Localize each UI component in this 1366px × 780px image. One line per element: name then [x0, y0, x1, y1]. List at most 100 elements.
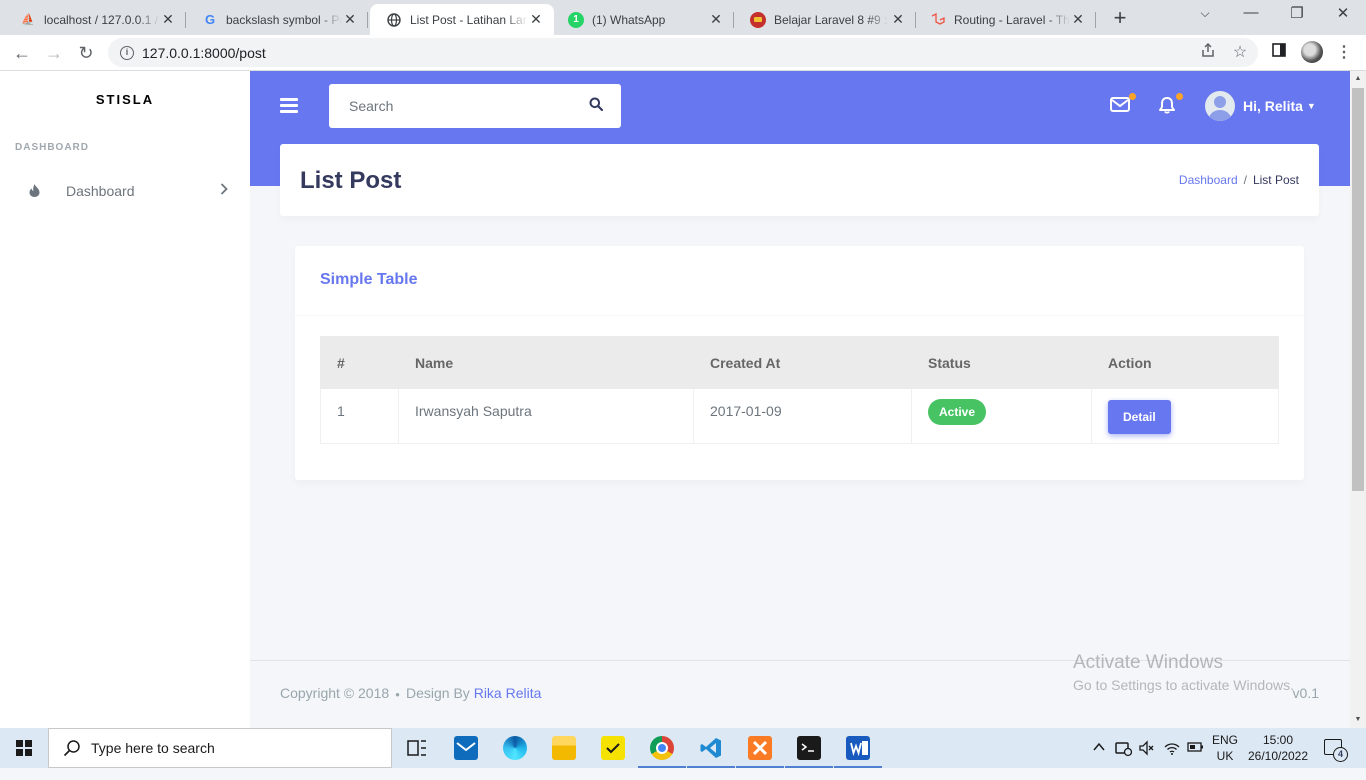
footer: Copyright © 2018 ● Design By Rika Relita v… — [250, 660, 1350, 728]
close-window-button[interactable]: ✕ — [1328, 4, 1358, 22]
column-header: Status — [911, 336, 1092, 389]
sidebar-item-dashboard[interactable]: Dashboard — [0, 174, 250, 208]
tab-search-icon[interactable]: ⌵ — [1190, 6, 1220, 21]
restore-button[interactable]: ❐ — [1282, 4, 1312, 22]
avatar — [1205, 91, 1235, 121]
tab-title: backslash symbol - Pe — [226, 12, 342, 27]
reload-button[interactable]: ↻ — [74, 41, 98, 65]
sidebar-brand[interactable]: STISLA — [0, 92, 250, 107]
tab-title: Routing - Laravel - The — [954, 12, 1070, 27]
globe-icon — [386, 12, 402, 28]
bookmark-star-icon[interactable]: ☆ — [1229, 42, 1251, 64]
section-header: List Post Dashboard / List Post — [280, 144, 1319, 216]
browser-tab-laravel[interactable]: Routing - Laravel - The ✕ — [914, 4, 1096, 35]
sticky-notes-icon[interactable] — [601, 736, 625, 760]
word-icon[interactable] — [834, 736, 882, 768]
clock-time: 15:00 — [1262, 733, 1294, 747]
address-bar[interactable]: i 127.0.0.1:8000/post — [108, 38, 1258, 67]
copyright-text: Copyright © 2018 — [280, 685, 390, 701]
table-header-row: # Name Created At Status Action — [320, 336, 1279, 389]
search-icon[interactable] — [589, 97, 607, 115]
new-tab-button[interactable]: + — [1108, 5, 1132, 31]
task-view-icon[interactable] — [405, 736, 429, 760]
user-greeting: Hi, Relita — [1243, 98, 1303, 114]
sidebar: STISLA DASHBOARD Dashboard — [0, 71, 250, 728]
browser-tab-google[interactable]: G backslash symbol - Pe ✕ — [186, 4, 368, 35]
minimize-button[interactable]: — — [1236, 4, 1266, 21]
page-scrollbar[interactable]: ▲ ▼ — [1350, 71, 1366, 728]
taskbar-search-box[interactable]: Type here to search — [48, 728, 392, 768]
notification-indicator — [1176, 93, 1183, 100]
site-info-icon[interactable]: i — [120, 45, 134, 60]
close-tab-icon[interactable]: ✕ — [890, 11, 906, 28]
browser-tab-whatsapp[interactable]: 1 (1) WhatsApp ✕ — [552, 4, 734, 35]
author-link[interactable]: Rika Relita — [474, 685, 542, 701]
more-menu-icon[interactable]: ⋮ — [1333, 42, 1355, 64]
scrollbar-thumb[interactable] — [1352, 88, 1364, 491]
tab-title: localhost / 127.0.0.1 / — [44, 12, 159, 27]
browser-tabstrip: ⛵ localhost / 127.0.0.1 / ✕ G backslash … — [0, 0, 1366, 35]
url-text: 127.0.0.1:8000/post — [142, 44, 266, 61]
fire-icon — [29, 184, 40, 197]
windows-start-icon[interactable] — [16, 740, 32, 756]
battery-icon[interactable] — [1187, 740, 1205, 780]
cell-name: Irwansyah Saputra — [398, 388, 694, 444]
breadcrumb-divider: / — [1243, 173, 1247, 187]
table-row: 1 Irwansyah Saputra 2017-01-09 Active De… — [320, 388, 1279, 444]
column-header: # — [320, 336, 399, 389]
file-explorer-icon[interactable] — [552, 736, 576, 760]
breadcrumb: Dashboard / List Post — [1179, 173, 1299, 187]
search-input[interactable] — [329, 84, 579, 128]
tab-title: (1) WhatsApp — [592, 12, 666, 27]
back-button[interactable]: ← — [10, 41, 34, 65]
google-icon: G — [204, 12, 216, 27]
show-hidden-icons-icon[interactable] — [1092, 740, 1106, 780]
version-text: v0.1 — [1292, 685, 1319, 701]
caret-down-icon: ▼ — [1306, 101, 1316, 111]
page-title: List Post — [300, 167, 402, 194]
scroll-down-arrow[interactable]: ▼ — [1350, 712, 1366, 728]
cell-status: Active — [911, 388, 1092, 444]
envelope-icon[interactable] — [1110, 96, 1132, 118]
wifi-icon[interactable] — [1163, 739, 1181, 779]
xampp-icon[interactable] — [736, 736, 784, 768]
taskbar-clock[interactable]: 15:00 26/10/2022 — [1246, 732, 1310, 764]
chrome-browser-icon[interactable] — [638, 736, 686, 768]
sidebar-toggle-icon[interactable] — [280, 98, 298, 114]
close-tab-icon[interactable]: ✕ — [342, 11, 358, 28]
region-code: UK — [1216, 749, 1234, 763]
column-header: Action — [1091, 336, 1279, 389]
breadcrumb-current: List Post — [1252, 173, 1299, 187]
close-tab-icon[interactable]: ✕ — [708, 11, 724, 28]
laravel-icon — [930, 12, 946, 28]
mail-app-icon[interactable] — [454, 736, 478, 760]
browser-tab-youtube[interactable]: Belajar Laravel 8 #9 : C ✕ — [734, 4, 916, 35]
forward-button[interactable]: → — [42, 41, 66, 65]
bullet-separator: ● — [395, 689, 400, 699]
share-icon[interactable] — [1197, 42, 1219, 64]
close-tab-icon[interactable]: ✕ — [528, 11, 544, 28]
breadcrumb-dashboard-link[interactable]: Dashboard — [1179, 173, 1238, 187]
profile-avatar[interactable] — [1301, 41, 1323, 63]
volume-muted-icon[interactable] — [1138, 739, 1156, 779]
scroll-up-arrow[interactable]: ▲ — [1350, 71, 1366, 87]
chevron-right-icon — [220, 182, 228, 198]
browser-tab-list-post[interactable]: List Post - Latihan Lara ✕ — [370, 4, 554, 35]
detail-button[interactable]: Detail — [1108, 400, 1171, 434]
close-tab-icon[interactable]: ✕ — [160, 11, 176, 28]
edge-browser-icon[interactable] — [503, 736, 527, 760]
language-indicator[interactable]: ENG UK — [1212, 732, 1238, 764]
sidebar-item-label: Dashboard — [66, 183, 135, 199]
vscode-icon[interactable] — [687, 736, 735, 768]
cell-action: Detail — [1091, 388, 1279, 444]
user-dropdown[interactable]: Hi, Relita ▼ — [1205, 91, 1316, 121]
post-table: # Name Created At Status Action 1 Irwans… — [320, 336, 1279, 444]
card-title: Simple Table — [320, 271, 418, 288]
side-panel-icon[interactable] — [1268, 42, 1290, 64]
terminal-icon[interactable] — [785, 736, 833, 768]
message-indicator — [1129, 93, 1136, 100]
security-shield-icon[interactable] — [1114, 739, 1133, 779]
browser-tab-phpmyadmin[interactable]: ⛵ localhost / 127.0.0.1 / ✕ — [4, 4, 186, 35]
close-tab-icon[interactable]: ✕ — [1070, 11, 1086, 28]
search-form — [329, 84, 621, 128]
